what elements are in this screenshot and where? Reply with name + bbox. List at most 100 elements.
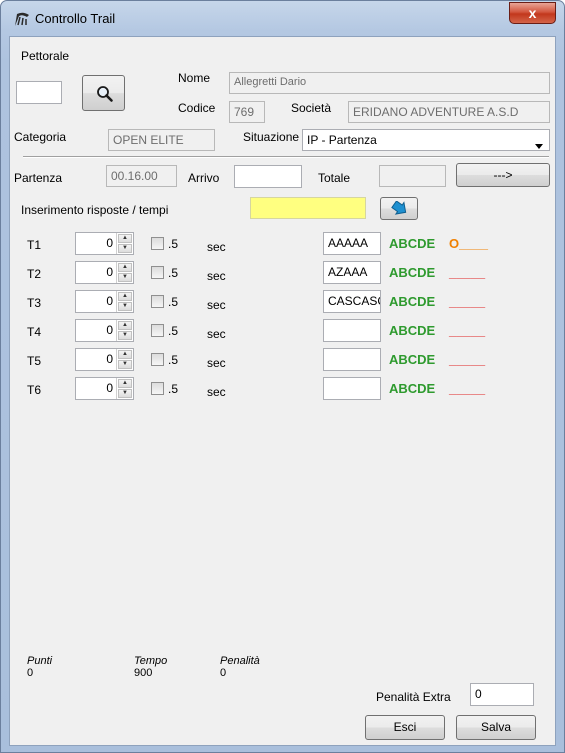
answer-input[interactable]: CASCASC <box>323 290 381 313</box>
codice-label: Codice <box>178 101 216 115</box>
row-label: T2 <box>27 267 42 281</box>
spinner-down-icon[interactable]: ▼ <box>118 360 132 369</box>
answer-key: ABCDE <box>389 352 436 367</box>
answer-input[interactable] <box>323 348 381 371</box>
sec-label: sec <box>207 356 226 370</box>
row-label: T1 <box>27 238 42 252</box>
nome-label: Nome <box>178 71 211 85</box>
societa-label: Società <box>291 101 332 115</box>
time-spinner[interactable]: 0 ▲ ▼ <box>75 348 134 371</box>
societa-field: ERIDANO ADVENTURE A.S.D <box>348 101 550 123</box>
half-second-label: .5 <box>168 324 179 338</box>
spinner-down-icon[interactable]: ▼ <box>118 302 132 311</box>
time-spinner[interactable]: 0 ▲ ▼ <box>75 232 134 255</box>
spinner-arrows: ▲ ▼ <box>116 233 133 254</box>
half-second-checkbox[interactable] <box>151 295 164 308</box>
half-second-label: .5 <box>168 353 179 367</box>
search-button[interactable] <box>82 75 125 111</box>
sec-label: sec <box>207 298 226 312</box>
time-spinner-value: 0 <box>106 236 113 250</box>
sec-label: sec <box>207 327 226 341</box>
answer-input[interactable] <box>323 319 381 342</box>
half-second-checkbox[interactable] <box>151 353 164 366</box>
answer-input[interactable]: AAAAA <box>323 232 381 255</box>
time-spinner[interactable]: 0 ▲ ▼ <box>75 261 134 284</box>
arrivo-input[interactable] <box>234 165 302 188</box>
half-second-checkbox[interactable] <box>151 266 164 279</box>
spinner-up-icon[interactable]: ▲ <box>118 234 132 243</box>
arrivo-label: Arrivo <box>188 171 220 185</box>
half-second-checkbox[interactable] <box>151 237 164 250</box>
spinner-up-icon[interactable]: ▲ <box>118 350 132 359</box>
search-icon <box>96 85 114 106</box>
pettorale-label: Pettorale <box>21 49 70 63</box>
spinner-up-icon[interactable]: ▲ <box>118 263 132 272</box>
compute-total-button[interactable]: ---> <box>456 163 550 187</box>
answer-key: ABCDE <box>389 323 436 338</box>
inserimento-label: Inserimento risposte / tempi <box>21 203 169 217</box>
sec-label: sec <box>207 385 226 399</box>
penalita-extra-label: Penalità Extra <box>376 690 451 704</box>
spinner-up-icon[interactable]: ▲ <box>118 292 132 301</box>
spinner-arrows: ▲ ▼ <box>116 378 133 399</box>
answer-key: ABCDE <box>389 381 436 396</box>
nome-field: Allegretti Dario <box>229 72 550 94</box>
answer-key: ABCDE <box>389 236 436 251</box>
spinner-arrows: ▲ ▼ <box>116 349 133 370</box>
partenza-field: 00.16.00 <box>106 165 177 187</box>
sec-label: sec <box>207 240 226 254</box>
row-label: T6 <box>27 383 42 397</box>
window-title: Controllo Trail <box>35 11 116 26</box>
half-second-checkbox[interactable] <box>151 382 164 395</box>
time-spinner-value: 0 <box>106 294 113 308</box>
inserimento-input[interactable] <box>250 197 366 219</box>
time-spinner-value: 0 <box>106 265 113 279</box>
answer-key: ABCDE <box>389 294 436 309</box>
apply-answers-button[interactable] <box>380 197 418 220</box>
answer-result: _____ <box>449 352 486 367</box>
spinner-arrows: ▲ ▼ <box>116 291 133 312</box>
situazione-select[interactable]: IP - Partenza <box>302 129 550 151</box>
tempo-label: Tempo <box>134 655 168 667</box>
answer-input[interactable]: AZAAA <box>323 261 381 284</box>
penalita-extra-input[interactable]: 0 <box>470 683 534 706</box>
spinner-down-icon[interactable]: ▼ <box>118 244 132 253</box>
spinner-down-icon[interactable]: ▼ <box>118 273 132 282</box>
time-spinner[interactable]: 0 ▲ ▼ <box>75 377 134 400</box>
time-spinner-value: 0 <box>106 323 113 337</box>
answer-key: ABCDE <box>389 265 436 280</box>
row-label: T3 <box>27 296 42 310</box>
time-spinner[interactable]: 0 ▲ ▼ <box>75 290 134 313</box>
spinner-down-icon[interactable]: ▼ <box>118 389 132 398</box>
salva-button[interactable]: Salva <box>456 715 536 740</box>
categoria-label: Categoria <box>14 130 67 144</box>
answer-input[interactable] <box>323 377 381 400</box>
spinner-up-icon[interactable]: ▲ <box>118 379 132 388</box>
spinner-up-icon[interactable]: ▲ <box>118 321 132 330</box>
spinner-down-icon[interactable]: ▼ <box>118 331 132 340</box>
categoria-field: OPEN ELITE <box>108 129 215 151</box>
answer-result: _____ <box>449 323 486 338</box>
answer-result: _____ <box>449 294 486 309</box>
totale-label: Totale <box>318 171 351 185</box>
half-second-checkbox[interactable] <box>151 324 164 337</box>
codice-field: 769 <box>229 101 265 123</box>
spinner-arrows: ▲ ▼ <box>116 262 133 283</box>
esci-button[interactable]: Esci <box>365 715 445 740</box>
title-bar[interactable]: Controllo Trail x <box>1 1 564 37</box>
time-spinner[interactable]: 0 ▲ ▼ <box>75 319 134 342</box>
situazione-label: Situazione <box>243 130 300 144</box>
pettorale-input[interactable] <box>16 81 62 104</box>
partenza-label: Partenza <box>14 171 63 185</box>
client-area: Pettorale Nome Allegretti Dario Codice 7… <box>9 36 556 746</box>
half-second-label: .5 <box>168 237 179 251</box>
trail-app-icon <box>14 11 30 27</box>
answer-result: _____ <box>449 381 486 396</box>
half-second-label: .5 <box>168 266 179 280</box>
close-button[interactable]: x <box>509 2 556 24</box>
totale-field <box>379 165 446 187</box>
tempo-value: 900 <box>134 667 153 679</box>
time-spinner-value: 0 <box>106 352 113 366</box>
penalita-value: 0 <box>220 667 227 679</box>
half-second-label: .5 <box>168 382 179 396</box>
